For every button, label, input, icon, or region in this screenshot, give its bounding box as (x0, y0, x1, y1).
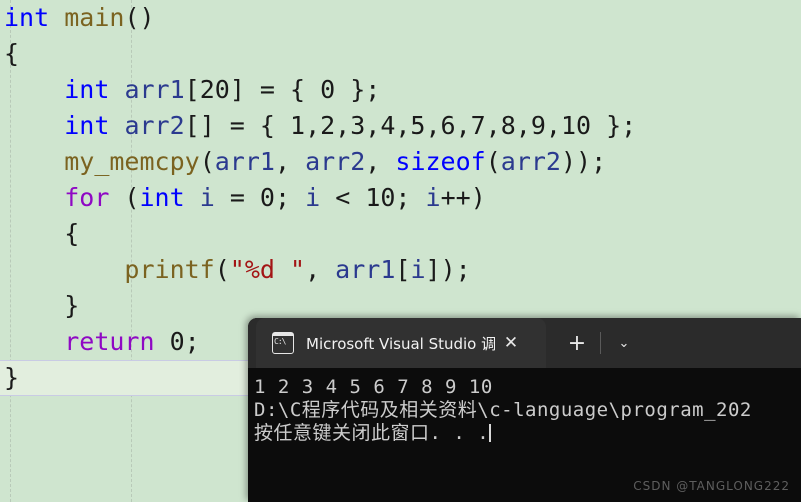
code-token: arr1 (214, 147, 275, 176)
code-token: , (305, 255, 336, 284)
code-token: () (124, 3, 155, 32)
code-line[interactable]: int main() (0, 0, 801, 36)
code-token: < (320, 183, 366, 212)
code-token: main (64, 3, 125, 32)
code-token: { (64, 219, 80, 248)
console-output-text: 按任意键关闭此窗口. . . (254, 422, 490, 444)
code-line[interactable]: printf("%d ", arr1[i]); (0, 252, 801, 288)
code-token: return (64, 327, 155, 356)
console-tab-title: Microsoft Visual Studio 调试控 (306, 334, 496, 353)
command-prompt-icon (272, 332, 294, 354)
code-token: , (274, 147, 306, 176)
console-window[interactable]: Microsoft Visual Studio 调试控 ✕ + ⌄ 1 2 3 … (248, 318, 801, 502)
code-token: printf (124, 255, 215, 284)
code-token: my_memcpy (64, 147, 200, 176)
code-token: 10 (365, 183, 396, 212)
text-cursor (489, 424, 492, 442)
code-token: [] = { (184, 111, 291, 140)
code-token: i (425, 183, 441, 212)
code-token: ; (395, 183, 426, 212)
code-token: i (410, 255, 426, 284)
code-token: arr2 (305, 147, 366, 176)
chevron-down-icon[interactable]: ⌄ (607, 326, 641, 360)
code-token: } (64, 291, 80, 320)
code-token: int (139, 183, 185, 212)
code-line[interactable]: int arr1[20] = { 0 }; (0, 72, 801, 108)
code-token: 20 (199, 75, 230, 104)
code-token: int (64, 111, 110, 140)
code-token: ; (274, 183, 306, 212)
code-token: arr2 (500, 147, 561, 176)
code-token: arr1 (335, 255, 396, 284)
code-token: ; (184, 327, 200, 356)
code-token: [ (395, 255, 411, 284)
code-token: 0 (320, 75, 336, 104)
code-token: for (64, 183, 110, 212)
code-token: { (4, 39, 20, 68)
code-token: ( (485, 147, 501, 176)
code-token: [ (184, 75, 200, 104)
code-token: ]); (425, 255, 471, 284)
code-token: , (365, 147, 396, 176)
code-token: "%d " (229, 255, 306, 284)
code-token: } (4, 363, 20, 392)
code-token: ( (199, 147, 215, 176)
code-token: }; (335, 75, 381, 104)
code-line[interactable]: my_memcpy(arr1, arr2, sizeof(arr2)); (0, 144, 801, 180)
code-token: }; (591, 111, 637, 140)
close-icon[interactable]: ✕ (498, 330, 524, 356)
code-token: )); (561, 147, 607, 176)
console-titlebar[interactable]: Microsoft Visual Studio 调试控 ✕ + ⌄ (248, 318, 801, 368)
code-token: 1,2,3,4,5,6,7,8,9,10 (290, 111, 592, 140)
code-token: int (4, 3, 50, 32)
code-token: ( (214, 255, 230, 284)
code-token: arr2 (124, 111, 185, 140)
code-line[interactable]: int arr2[] = { 1,2,3,4,5,6,7,8,9,10 }; (0, 108, 801, 144)
code-token: ] = { (229, 75, 321, 104)
code-token: ( (109, 183, 140, 212)
code-token: arr1 (124, 75, 185, 104)
console-output-line: 按任意键关闭此窗口. . . (254, 422, 801, 445)
code-token: = (214, 183, 260, 212)
code-token: ++) (440, 183, 486, 212)
screenshot-root: int main(){ int arr1[20] = { 0 }; int ar… (0, 0, 801, 502)
code-line[interactable]: { (0, 36, 801, 72)
code-token: 0 (169, 327, 185, 356)
console-output-line: D:\C程序代码及相关资料\c-language\program_202 (254, 399, 752, 421)
console-tab[interactable]: Microsoft Visual Studio 调试控 ✕ (256, 318, 546, 368)
code-line[interactable]: for (int i = 0; i < 10; i++) (0, 180, 801, 216)
console-output-line: 1 2 3 4 5 6 7 8 9 10 (254, 376, 493, 398)
code-token: sizeof (395, 147, 486, 176)
code-token: int (64, 75, 110, 104)
code-line[interactable]: { (0, 216, 801, 252)
watermark: CSDN @TANGLONG222 (633, 479, 790, 493)
new-tab-button[interactable]: + (560, 326, 594, 360)
code-token: i (199, 183, 215, 212)
code-token: 0 (259, 183, 275, 212)
code-token: i (305, 183, 321, 212)
toolbar-divider (600, 332, 601, 354)
